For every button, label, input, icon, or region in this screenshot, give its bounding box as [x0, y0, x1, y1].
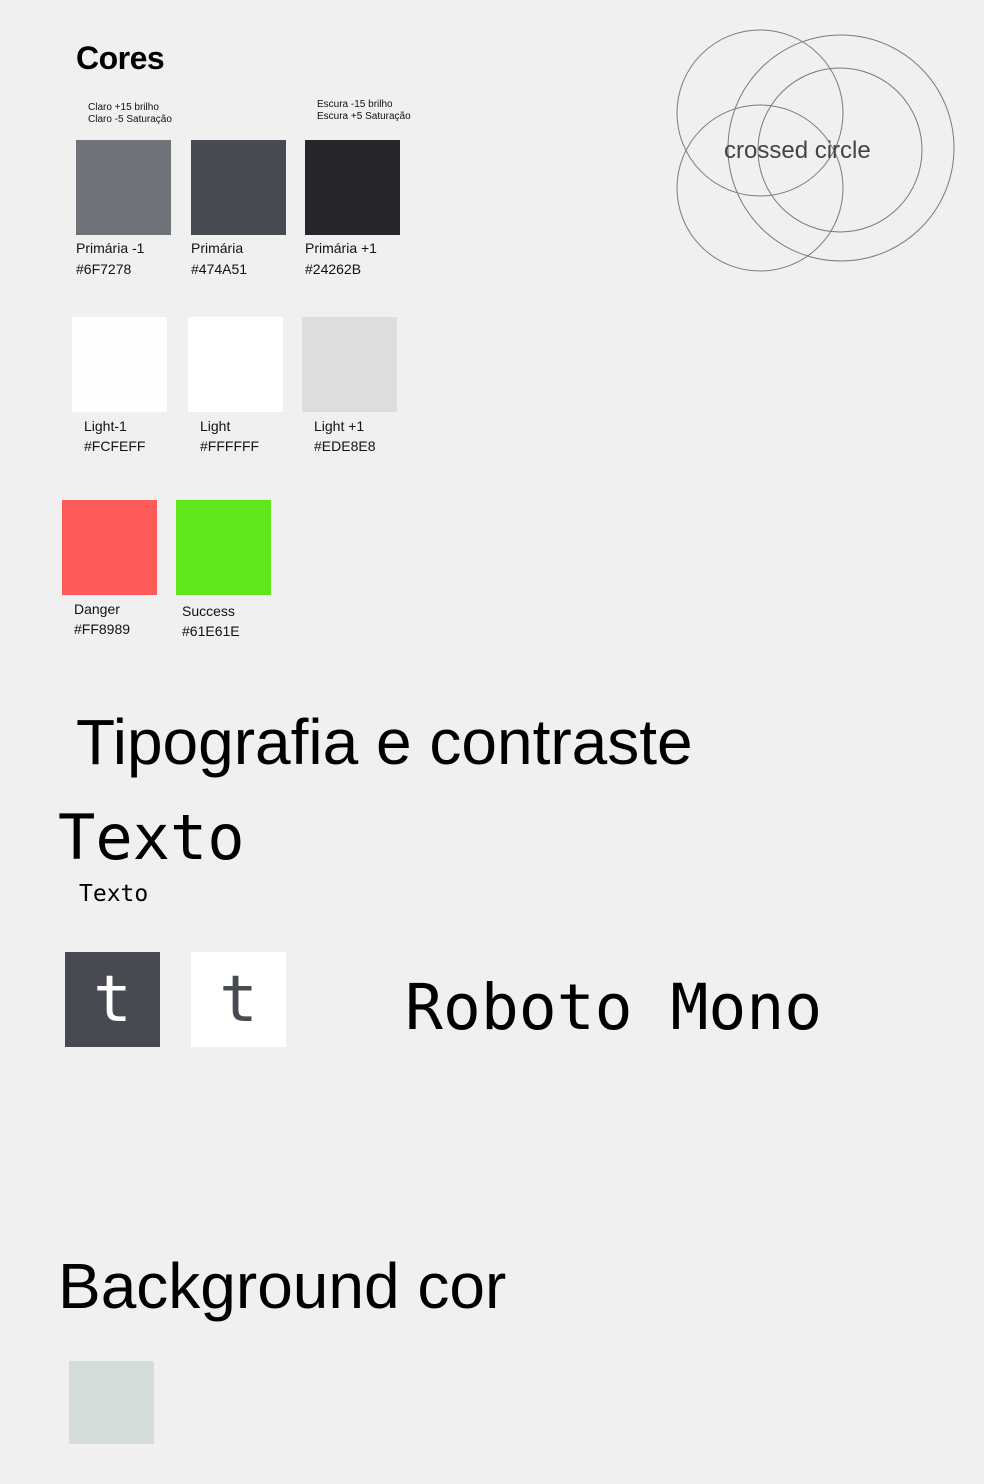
note-dark-line-1: Escura -15 brilho: [317, 99, 393, 110]
swatch-hex-light-minus-1: #FCFEFF: [84, 438, 146, 454]
texto-sample-large: Texto: [58, 801, 245, 874]
swatch-light-plus-1: [302, 317, 397, 412]
swatch-success: [176, 500, 271, 595]
swatch-hex-primaria-minus-1: #6F7278: [76, 261, 132, 277]
font-name-roboto-mono: Roboto Mono: [405, 971, 823, 1044]
swatch-hex-light-plus-1: #EDE8E8: [314, 438, 376, 454]
swatch-primaria-plus-1: [305, 140, 400, 235]
note-light-line-1: Claro +15 brilho: [88, 102, 159, 113]
swatch-background: [69, 1361, 154, 1444]
section-title-tipografia: Tipografia e contraste: [76, 706, 693, 778]
swatch-danger: [62, 500, 157, 595]
venn-circle-top-left: [676, 29, 844, 197]
note-dark: Escura -15 brilho Escura +5 Saturação: [317, 99, 411, 123]
swatch-hex-danger: #FF8989: [74, 621, 131, 637]
swatch-label-success: Success: [182, 603, 235, 619]
crossed-circle-label: crossed circle: [724, 137, 871, 164]
swatch-label-primaria-plus-1: Primária +1: [305, 240, 377, 256]
swatch-label-danger: Danger: [74, 601, 120, 617]
swatch-hex-light: #FFFFFF: [200, 438, 260, 454]
swatch-light: [188, 317, 283, 412]
contrast-sample-dark: t: [65, 952, 160, 1047]
swatch-label-primaria: Primária: [191, 240, 244, 256]
swatch-primaria: [191, 140, 286, 235]
swatch-label-light-plus-1: Light +1: [314, 418, 365, 434]
note-light: Claro +15 brilho Claro -5 Saturação: [88, 102, 172, 126]
contrast-sample-light: t: [191, 952, 286, 1047]
section-title-cores: Cores: [76, 40, 165, 76]
swatch-hex-success: #61E61E: [182, 623, 240, 639]
note-dark-line-2: Escura +5 Saturação: [317, 111, 411, 122]
note-light-line-2: Claro -5 Saturação: [88, 114, 172, 125]
section-title-background: Background cor: [58, 1250, 507, 1322]
texto-sample-small: Texto: [79, 881, 149, 907]
swatch-light-minus-1: [72, 317, 167, 412]
contrast-sample-light-letter: t: [219, 962, 258, 1037]
contrast-sample-dark-letter: t: [93, 962, 132, 1037]
swatch-hex-primaria: #474A51: [191, 261, 248, 277]
swatch-hex-primaria-plus-1: #24262B: [305, 261, 362, 277]
swatch-label-light: Light: [200, 418, 231, 434]
swatch-primaria-minus-1: [76, 140, 171, 235]
swatch-label-primaria-minus-1: Primária -1: [76, 240, 145, 256]
swatch-label-light-minus-1: Light-1: [84, 418, 127, 434]
